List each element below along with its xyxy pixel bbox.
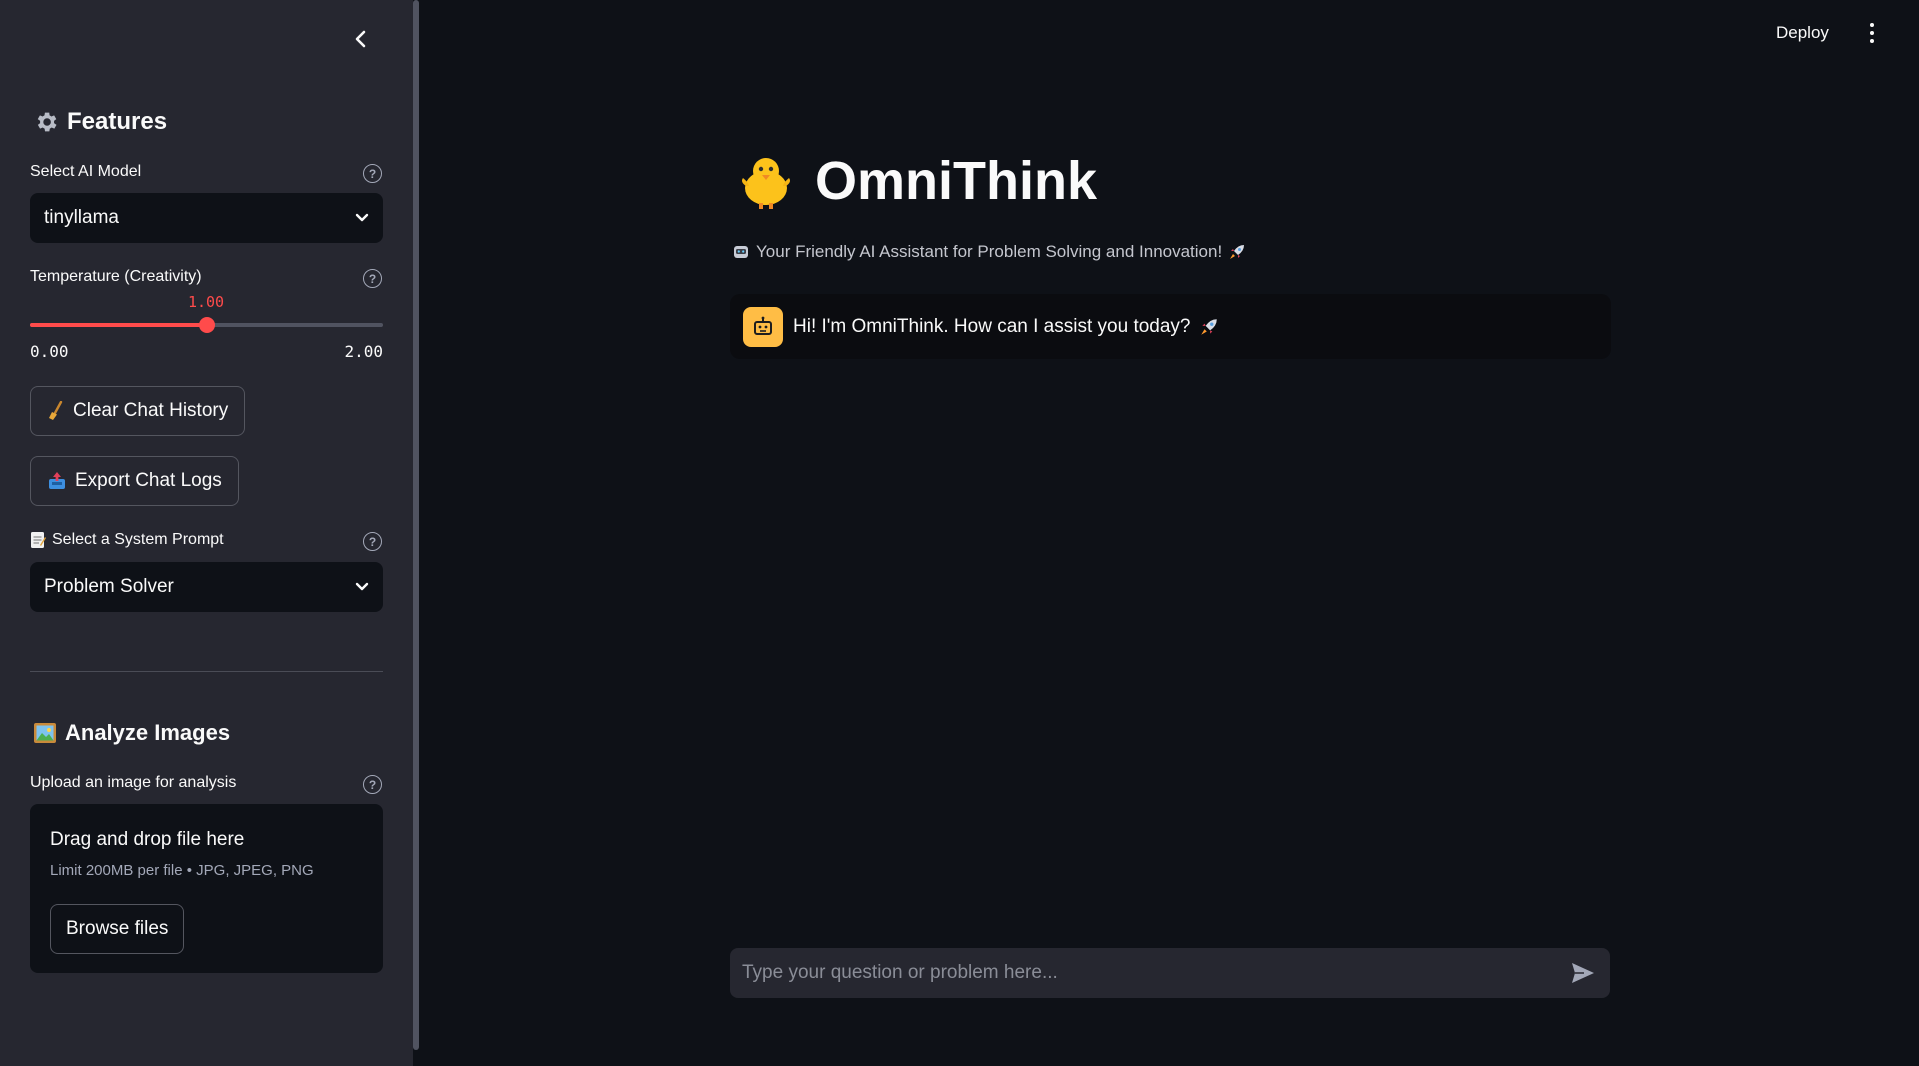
uploader-label: Upload an image for analysis <box>30 774 237 791</box>
page-subtitle: Your Friendly AI Assistant for Problem S… <box>732 242 1246 262</box>
export-logs-button[interactable]: Export Chat Logs <box>30 456 239 506</box>
slider-max-label: 2.00 <box>344 342 383 361</box>
system-prompt-value: Problem Solver <box>44 576 174 597</box>
features-title: Features <box>67 108 168 135</box>
chat-input[interactable] <box>742 962 1568 984</box>
send-icon <box>1572 963 1594 983</box>
more-vertical-icon-dot <box>1870 23 1874 27</box>
analyze-images-title: Analyze Images <box>65 720 231 745</box>
chat-message-text-wrap: Hi! I'm OmniThink. How can I assist you … <box>793 316 1219 338</box>
slider-thumb[interactable] <box>198 317 215 333</box>
export-logs-label: Export Chat Logs <box>75 470 222 491</box>
help-icon[interactable]: ? <box>363 532 382 551</box>
dropzone-title: Drag and drop file here <box>50 829 245 850</box>
robot-icon <box>734 246 748 258</box>
more-vertical-icon-dot <box>1870 39 1874 43</box>
more-vertical-icon-dot <box>1870 31 1874 35</box>
model-select-label: Select AI Model <box>30 163 142 180</box>
slider-min-label: 0.00 <box>30 342 69 361</box>
chevron-down-icon <box>355 213 369 222</box>
gear-icon <box>37 112 57 132</box>
deploy-button[interactable]: Deploy <box>1776 18 1829 48</box>
app-root: Features Select AI Model ? tinyllama Tem… <box>0 0 1919 1066</box>
chevron-left-icon <box>355 30 366 48</box>
page-subtitle-text: Your Friendly AI Assistant for Problem S… <box>756 242 1223 261</box>
chat-input-container <box>730 948 1610 998</box>
outbox-tray-icon <box>49 472 65 489</box>
help-icon[interactable]: ? <box>363 775 382 794</box>
model-select-value: tinyllama <box>44 207 119 228</box>
slider-value-label: 1.00 <box>187 293 225 311</box>
page-title-text: OmniThink <box>815 151 1097 211</box>
system-prompt-label-text: Select a System Prompt <box>52 531 224 548</box>
sidebar-divider <box>30 671 383 672</box>
chat-message-assistant: Hi! I'm OmniThink. How can I assist you … <box>730 294 1611 359</box>
rocket-icon <box>1200 318 1217 335</box>
send-button[interactable] <box>1568 958 1598 988</box>
broom-icon <box>49 401 63 420</box>
chevron-down-icon <box>355 582 369 591</box>
system-prompt-label: Select a System Prompt <box>30 531 224 549</box>
collapse-sidebar-button[interactable] <box>346 24 376 54</box>
temperature-label: Temperature (Creativity) <box>30 268 202 285</box>
memo-icon <box>31 532 46 548</box>
temperature-slider[interactable] <box>30 317 383 333</box>
chat-message-text: Hi! I'm OmniThink. How can I assist you … <box>793 315 1191 337</box>
sidebar: Features Select AI Model ? tinyllama Tem… <box>0 0 413 1066</box>
slider-fill <box>30 323 207 327</box>
browse-files-button[interactable]: Browse files <box>50 904 185 954</box>
chick-icon <box>742 158 790 209</box>
main-menu-button[interactable] <box>1862 18 1882 48</box>
analyze-images-heading: Analyze Images <box>33 720 230 746</box>
model-select[interactable]: tinyllama <box>30 193 383 243</box>
framed-picture-icon <box>34 723 56 743</box>
clear-chat-label: Clear Chat History <box>73 400 229 421</box>
clear-chat-button[interactable]: Clear Chat History <box>30 386 246 436</box>
help-icon[interactable]: ? <box>363 164 382 183</box>
rocket-icon <box>1230 245 1245 259</box>
dropzone-limit-text: Limit 200MB per file • JPG, JPEG, PNG <box>50 862 314 879</box>
system-prompt-select[interactable]: Problem Solver <box>30 562 383 612</box>
features-heading: Features <box>33 108 167 136</box>
file-dropzone[interactable]: Drag and drop file here Limit 200MB per … <box>30 804 383 973</box>
bot-icon <box>754 316 772 335</box>
sidebar-scrollbar[interactable] <box>413 0 419 1050</box>
page-title: OmniThink <box>737 150 1097 212</box>
assistant-avatar <box>743 306 783 347</box>
help-icon[interactable]: ? <box>363 269 382 288</box>
